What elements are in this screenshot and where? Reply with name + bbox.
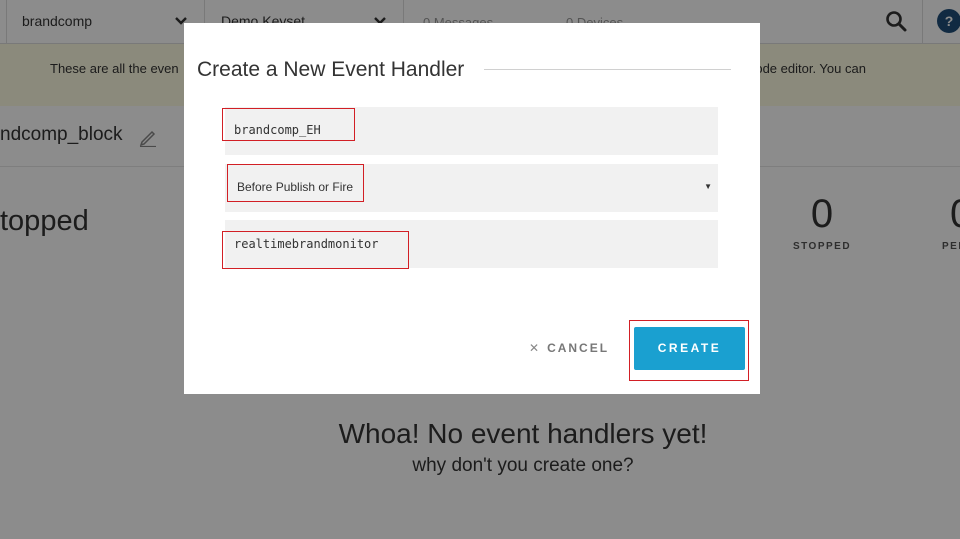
highlight-box-name	[222, 108, 355, 141]
cancel-label: CANCEL	[547, 341, 610, 355]
highlight-box-channel	[222, 231, 409, 269]
modal-title: Create a New Event Handler	[197, 58, 465, 81]
create-event-handler-modal: Create a New Event Handler brandcomp_EH …	[184, 23, 760, 394]
title-rule	[484, 69, 731, 70]
close-icon: ✕	[529, 341, 542, 355]
create-button[interactable]: CREATE	[634, 327, 745, 370]
caret-down-icon: ▼	[704, 182, 712, 191]
cancel-button[interactable]: ✕ CANCEL	[529, 341, 609, 355]
highlight-box-type	[227, 164, 364, 202]
